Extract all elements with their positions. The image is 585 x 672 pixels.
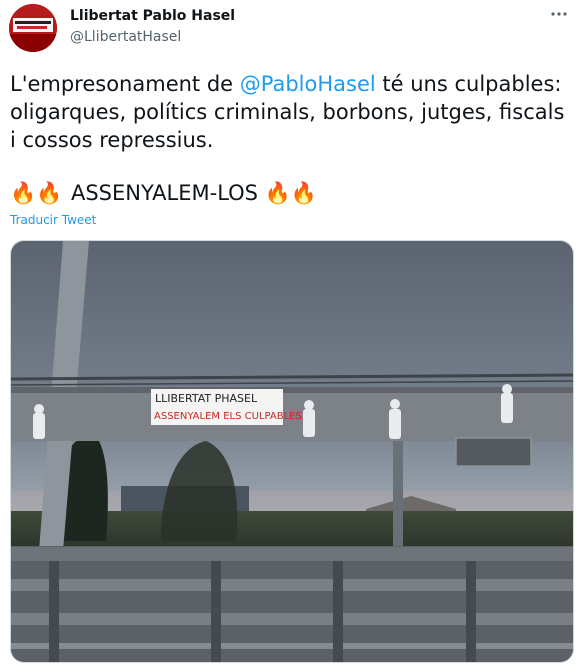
banner-line1: LLIBERTAT PHASEL [155, 392, 258, 405]
more-icon[interactable] [549, 6, 569, 22]
translate-tweet-link[interactable]: Traducir Tweet [10, 213, 96, 227]
fire-icon: 🔥🔥 [264, 181, 317, 205]
mention-link[interactable]: @PabloHasel [240, 72, 376, 96]
tweet-text-prefix: L'empresonament de [10, 72, 240, 96]
author-display-name[interactable]: Llibertat Pablo Hasel [70, 8, 235, 24]
banner-line2: ASSENYALEM ELS CULPABLES [154, 411, 302, 422]
tweet-photo[interactable]: LLIBERTAT PHASEL ASSENYALEM ELS CULPABLE… [10, 240, 574, 663]
fire-icon: 🔥🔥 [10, 181, 63, 205]
tweet-callout: 🔥🔥 ASSENYALEM-LOS 🔥🔥 [10, 179, 319, 207]
author-handle[interactable]: @LlibertatHasel [70, 29, 181, 45]
avatar[interactable] [9, 4, 57, 52]
tweet-text: L'empresonament de @PabloHasel té uns cu… [10, 70, 570, 154]
callout-text: ASSENYALEM-LOS [64, 181, 265, 205]
avatar-image [9, 4, 57, 52]
